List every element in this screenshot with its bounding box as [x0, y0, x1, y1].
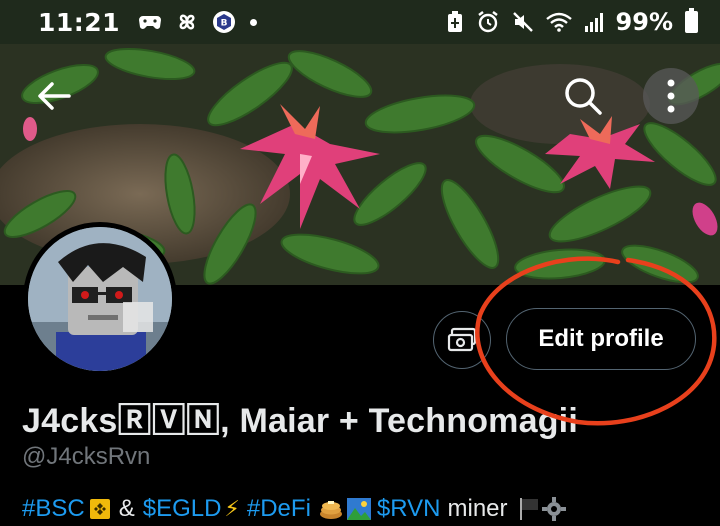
pinwheel-icon	[179, 14, 195, 30]
back-button[interactable]	[32, 74, 76, 118]
crypto-app-icon: B	[213, 11, 236, 33]
status-time: 11:21	[38, 7, 121, 37]
search-button[interactable]	[561, 74, 605, 118]
signal-icon	[584, 13, 603, 32]
avatar-image	[28, 227, 172, 371]
system-icons: 99%	[446, 8, 698, 36]
edit-profile-button[interactable]: Edit profile	[506, 308, 696, 370]
bio: #BSC & $EGLD ⚡ #DeFi $RVN miner	[22, 495, 566, 523]
cashtag-egld[interactable]: $EGLD	[143, 495, 222, 523]
more-notifications-dot	[250, 18, 258, 26]
hashtag-bsc[interactable]: #BSC	[22, 495, 85, 523]
gear-icon	[541, 497, 566, 521]
avatar[interactable]	[23, 222, 177, 376]
tip-jar-button[interactable]	[433, 311, 491, 369]
alarm-icon	[477, 11, 498, 33]
bio-miner: miner	[447, 495, 508, 522]
battery-percent: 99%	[615, 8, 673, 36]
search-icon	[565, 78, 602, 115]
mute-icon	[512, 12, 533, 32]
battery-level	[687, 13, 696, 31]
battery-icon	[685, 8, 698, 33]
notification-icons: B	[138, 10, 258, 34]
pancake-icon	[319, 501, 342, 519]
wifi-icon	[545, 12, 572, 32]
arrow-left-icon	[38, 82, 71, 110]
status-bar: 11:21 B 99%	[0, 0, 720, 44]
handle: @J4cksRvn	[22, 443, 151, 470]
lightning-icon: ⚡	[224, 496, 240, 522]
scenery-icon	[346, 498, 371, 520]
binance-icon	[89, 499, 110, 519]
more-vertical-icon	[667, 79, 675, 113]
more-options-button[interactable]	[643, 68, 699, 124]
game-controller-icon	[139, 16, 162, 29]
bio-ampersand: &	[118, 495, 135, 522]
display-name: J4cks🅁🅅🄽, Maiar + Technomagii	[22, 402, 578, 440]
hashtag-defi[interactable]: #DeFi	[247, 495, 311, 523]
black-flag-icon	[519, 498, 538, 520]
svg-text:B: B	[221, 19, 228, 29]
cashtag-rvn[interactable]: $RVN	[377, 495, 441, 523]
money-icon	[447, 327, 477, 352]
battery-saver-icon	[447, 11, 462, 32]
